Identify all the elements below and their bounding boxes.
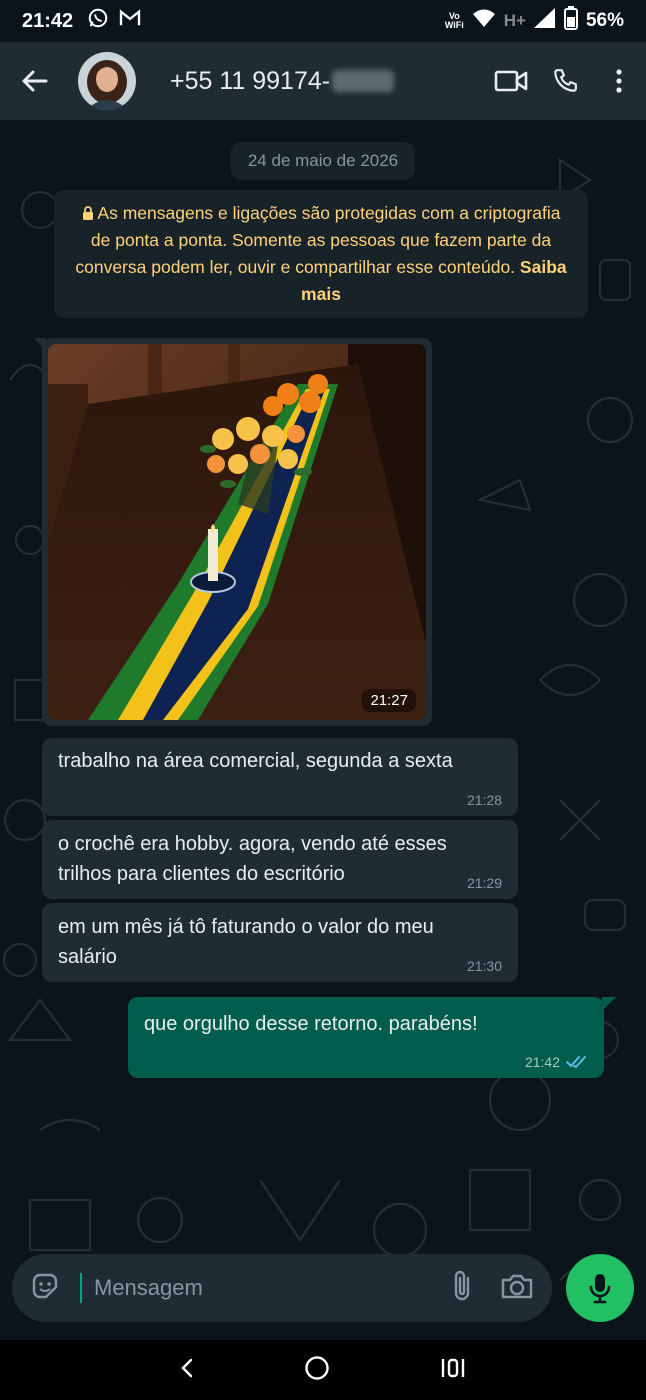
nav-back-button[interactable] — [180, 1358, 194, 1383]
sticker-icon[interactable] — [30, 1271, 60, 1306]
chat-area[interactable]: 24 de maio de 2026 As mensagens e ligaçõ… — [0, 120, 646, 1340]
menu-button[interactable] — [592, 42, 646, 120]
incoming-message[interactable]: trabalho na área comercial, segunda a se… — [42, 738, 518, 816]
video-camera-icon — [494, 70, 528, 92]
message-text: o crochê era hobby. agora, vendo até ess… — [58, 833, 447, 885]
nav-home-button[interactable] — [304, 1355, 330, 1386]
lock-icon — [82, 203, 98, 223]
status-time: 21:42 — [22, 9, 74, 32]
message-time: 21:29 — [466, 875, 502, 891]
video-call-button[interactable] — [484, 42, 538, 120]
message-composer[interactable]: Mensagem — [12, 1254, 552, 1322]
paperclip-icon[interactable] — [452, 1269, 474, 1308]
message-input[interactable]: Mensagem — [94, 1275, 452, 1301]
gmail-notification-icon — [119, 9, 141, 33]
whatsapp-notification-icon — [87, 7, 109, 35]
vowifi-indicator: Vo WiFi — [444, 11, 464, 30]
incoming-message[interactable]: em um mês já tô faturando o valor do meu… — [42, 903, 518, 982]
message-time: 21:42 — [524, 1054, 560, 1070]
avatar[interactable] — [78, 52, 136, 110]
arrow-left-icon — [22, 70, 48, 92]
redacted-blur — [332, 70, 395, 92]
encryption-notice[interactable]: As mensagens e ligações são protegidas c… — [54, 190, 588, 318]
more-vertical-icon — [616, 69, 622, 93]
signal-icon — [533, 8, 556, 34]
message-time: 21:28 — [466, 792, 502, 808]
message-meta: 21:42 — [525, 1054, 588, 1070]
outgoing-message[interactable]: que orgulho desse retorno. parabéns! 21:… — [128, 997, 604, 1078]
message-text: que orgulho desse retorno. parabéns! — [144, 1013, 478, 1035]
battery-icon — [563, 6, 578, 36]
message-time: 21:27 — [362, 689, 416, 712]
network-type: H+ — [503, 11, 526, 30]
text-cursor — [80, 1273, 82, 1303]
voice-record-button[interactable] — [566, 1254, 634, 1322]
image-message-bubble[interactable]: 21:27 — [42, 338, 432, 726]
message-text: em um mês já tô faturando o valor do meu… — [58, 916, 434, 968]
system-nav-bar — [0, 1340, 646, 1400]
battery-percent: 56% — [585, 10, 624, 31]
nav-recents-button[interactable] — [440, 1357, 466, 1384]
double-check-icon — [566, 1056, 586, 1068]
phone-icon — [554, 69, 577, 92]
wifi-icon — [472, 8, 496, 34]
voice-call-button[interactable] — [538, 42, 592, 120]
camera-icon[interactable] — [500, 1272, 534, 1305]
message-time: 21:30 — [466, 958, 502, 974]
date-chip: 24 de maio de 2026 — [230, 142, 416, 180]
recents-icon — [441, 1358, 465, 1377]
contact-name[interactable]: +55 11 99174- — [170, 67, 395, 96]
status-bar: 21:42 Vo WiFi H+ 56% — [0, 0, 646, 42]
incoming-message[interactable]: o crochê era hobby. agora, vendo até ess… — [42, 820, 518, 899]
message-photo[interactable]: 21:27 — [48, 344, 426, 720]
chat-header: +55 11 99174- — [0, 42, 646, 120]
circle-home-icon — [305, 1355, 329, 1380]
chevron-left-icon — [181, 1358, 193, 1377]
microphone-icon — [589, 1274, 611, 1304]
back-button[interactable] — [0, 42, 70, 120]
message-text: trabalho na área comercial, segunda a se… — [58, 750, 453, 772]
